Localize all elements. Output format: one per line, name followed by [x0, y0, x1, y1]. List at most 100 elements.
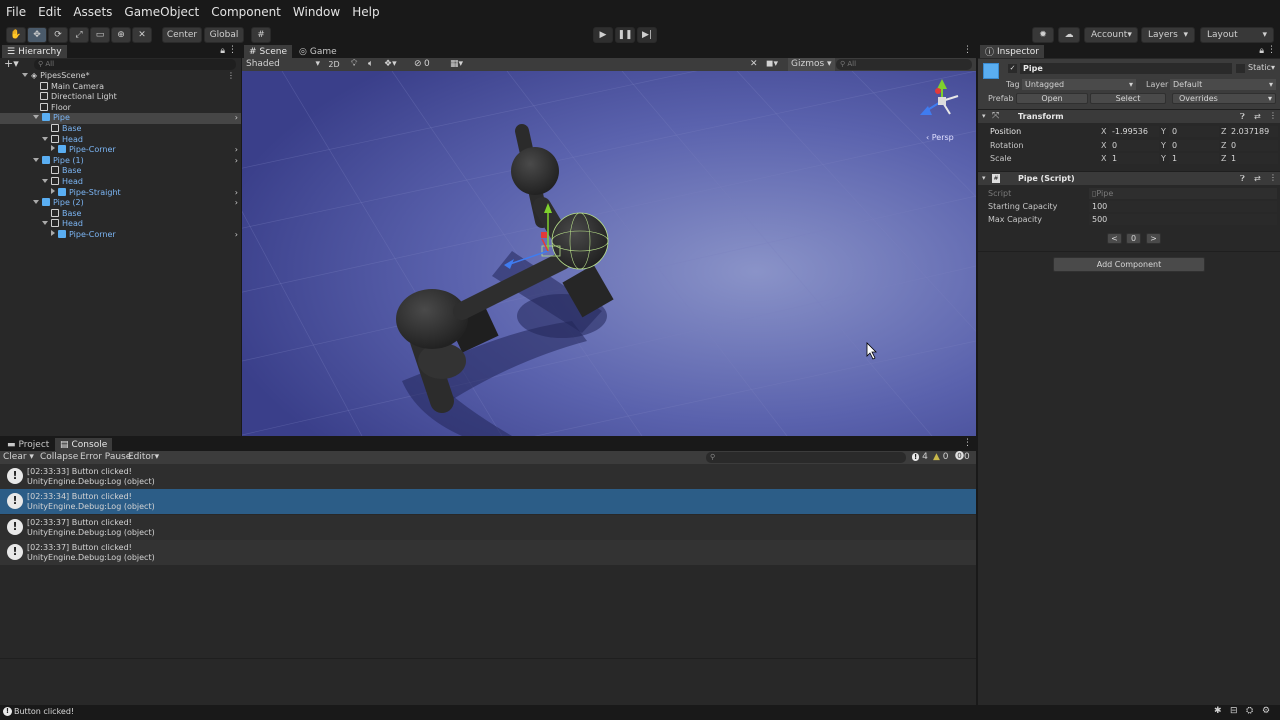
console-search-input[interactable]: ⚲ — [706, 452, 906, 463]
toggle-2d-button[interactable]: 2D — [327, 59, 341, 70]
error-pause-button[interactable]: Error Pause — [80, 451, 131, 464]
error-filter-button[interactable]: ⓿0 — [955, 451, 970, 464]
cloud-icon[interactable]: ☁ — [1058, 27, 1080, 43]
chevron-right-icon[interactable]: › — [235, 230, 238, 241]
rotation-y-axis-label[interactable]: Y — [1161, 141, 1166, 150]
more-options-icon[interactable]: ⋮ — [963, 438, 972, 448]
help-icon[interactable]: ❓︎ — [1240, 174, 1245, 184]
menu-window[interactable]: Window — [287, 5, 346, 19]
collab-icon[interactable]: ⛭ — [1246, 706, 1253, 716]
scene-viewport[interactable]: ‹ Persp — [242, 71, 976, 436]
presets-icon[interactable]: ⇄ — [1254, 112, 1261, 121]
tab-project[interactable]: ▬ Project — [2, 438, 54, 451]
menu-component[interactable]: Component — [205, 5, 287, 19]
prefab-overrides-dropdown[interactable]: Overrides ▾ — [1172, 93, 1276, 104]
lock-icon[interactable]: 🔒︎ — [220, 46, 225, 56]
pivot-global-button[interactable]: Global — [204, 27, 244, 43]
hierarchy-item-head[interactable]: Head — [0, 219, 241, 230]
position-x-axis-label[interactable]: X — [1101, 127, 1106, 136]
custom-tool-icon[interactable]: ✕ — [132, 27, 152, 43]
menu-edit[interactable]: Edit — [32, 5, 67, 19]
rotation-y-field[interactable]: 0 — [1169, 140, 1219, 151]
hidden-objects-icon[interactable]: ⊘ — [414, 58, 422, 71]
warning-filter-button[interactable]: ▲ 0 — [933, 451, 949, 464]
more-options-icon[interactable]: ⋮ — [1267, 45, 1276, 55]
scale-tool-icon[interactable]: ⤢ — [69, 27, 89, 43]
hierarchy-item-directional-light[interactable]: Directional Light — [0, 92, 241, 103]
grid-toggle-icon[interactable]: ▦▾ — [450, 58, 463, 71]
scale-x-axis-label[interactable]: X — [1101, 154, 1106, 163]
debug-icon[interactable]: ⚙ — [1262, 706, 1270, 716]
more-options-icon[interactable]: ⋮ — [1269, 173, 1277, 182]
help-icon[interactable]: ❓︎ — [1240, 112, 1245, 122]
effects-icon[interactable]: ❖▾ — [384, 58, 397, 71]
add-icon[interactable]: +▾ — [4, 57, 19, 70]
scale-z-field[interactable]: 1 — [1228, 153, 1278, 164]
account-dropdown[interactable]: Account ▾ — [1084, 27, 1138, 43]
scene-search-input[interactable]: ⚲ All — [836, 59, 972, 70]
hierarchy-search-input[interactable]: ⚲ All — [34, 59, 236, 70]
starting-capacity-field[interactable]: 100 — [1089, 201, 1277, 212]
max-capacity-field[interactable]: 500 — [1089, 214, 1277, 225]
hierarchy-item-pipe-2[interactable]: Pipe (2) › — [0, 198, 241, 209]
pause-button[interactable]: ❚❚ — [615, 27, 635, 43]
pivot-center-button[interactable]: Center — [162, 27, 202, 43]
console-log-entry-selected[interactable]: ! [02:33:34] Button clicked! UnityEngine… — [0, 489, 976, 514]
chevron-down-icon[interactable]: ▾ — [1271, 63, 1275, 72]
chevron-right-icon[interactable]: › — [235, 156, 238, 167]
tab-game[interactable]: ◎ Game — [294, 45, 342, 58]
chevron-right-icon[interactable]: › — [235, 188, 238, 199]
rotation-x-axis-label[interactable]: X — [1101, 141, 1106, 150]
hand-tool-icon[interactable]: ✋ — [6, 27, 26, 43]
presets-icon[interactable]: ⇄ — [1254, 174, 1261, 183]
position-label[interactable]: Position — [990, 127, 1021, 136]
console-log-entry[interactable]: ! [02:33:37] Button clicked! UnityEngine… — [0, 515, 976, 540]
tab-inspector[interactable]: ⓘ Inspector — [980, 45, 1044, 58]
max-capacity-label[interactable]: Max Capacity — [988, 215, 1042, 224]
hierarchy-item-base[interactable]: Base — [0, 166, 241, 177]
grid-snap-icon[interactable]: # — [251, 27, 271, 43]
shading-mode-dropdown[interactable]: Shaded ▾ — [244, 58, 322, 71]
hierarchy-item-head[interactable]: Head — [0, 177, 241, 188]
position-y-axis-label[interactable]: Y — [1161, 127, 1166, 136]
hierarchy-item-pipe-straight[interactable]: Pipe-Straight › — [0, 187, 241, 199]
scale-y-axis-label[interactable]: Y — [1161, 154, 1166, 163]
lighting-icon[interactable]: 💡︎ — [351, 58, 357, 71]
more-options-icon[interactable]: ⋮ — [963, 45, 972, 55]
collapse-button[interactable]: Collapse — [40, 451, 78, 464]
network-icon[interactable]: ⊟ — [1230, 706, 1238, 716]
chevron-right-icon[interactable]: › — [235, 198, 238, 209]
menu-help[interactable]: Help — [346, 5, 385, 19]
status-message[interactable]: Button clicked! — [14, 707, 74, 716]
play-button[interactable]: ▶ — [593, 27, 613, 43]
gizmos-dropdown[interactable]: Gizmos ▾ — [788, 58, 835, 71]
reset-button[interactable]: 0 — [1126, 233, 1141, 244]
rotation-label[interactable]: Rotation — [990, 141, 1023, 150]
hierarchy-item-base[interactable]: Base — [0, 208, 241, 220]
rotation-z-axis-label[interactable]: Z — [1221, 141, 1226, 150]
menu-file[interactable]: File — [0, 5, 32, 19]
script-component-header[interactable]: ▾ # Pipe (Script) ❓︎ ⇄ ⋮ — [978, 171, 1280, 185]
hierarchy-item-scene[interactable]: ◈ PipesScene* ⋮ — [0, 71, 241, 82]
lock-icon[interactable]: 🔒︎ — [1259, 46, 1264, 56]
editor-dropdown[interactable]: Editor▾ — [128, 451, 159, 464]
tools-icon[interactable]: ✕ — [750, 58, 758, 71]
rotation-z-field[interactable]: 0 — [1228, 140, 1278, 151]
chevron-right-icon[interactable]: › — [235, 113, 238, 124]
hierarchy-item-pipe-corner[interactable]: Pipe-Corner › — [0, 230, 241, 241]
prefab-select-button[interactable]: Select — [1090, 93, 1166, 104]
position-z-axis-label[interactable]: Z — [1221, 127, 1226, 136]
log-filter-button[interactable]: ! 4 — [912, 451, 928, 464]
layout-dropdown[interactable]: Layout ▾ — [1200, 27, 1274, 43]
hierarchy-item-head[interactable]: Head — [0, 134, 241, 146]
move-tool-icon[interactable]: ✥ — [27, 27, 47, 43]
hierarchy-item-floor[interactable]: Floor — [0, 102, 241, 114]
position-z-field[interactable]: 2.037189 — [1228, 126, 1278, 137]
hierarchy-item-pipe[interactable]: Pipe › — [0, 113, 241, 124]
rotation-x-field[interactable]: 0 — [1109, 140, 1159, 151]
active-checkbox[interactable]: ✓ — [1008, 64, 1017, 73]
starting-capacity-label[interactable]: Starting Capacity — [988, 202, 1057, 211]
transform-header[interactable]: ▾ ⤧ Transform ❓︎ ⇄ ⋮ — [978, 109, 1280, 123]
hierarchy-item-main-camera[interactable]: Main Camera — [0, 81, 241, 93]
camera-icon[interactable]: ◼▾ — [766, 58, 778, 71]
